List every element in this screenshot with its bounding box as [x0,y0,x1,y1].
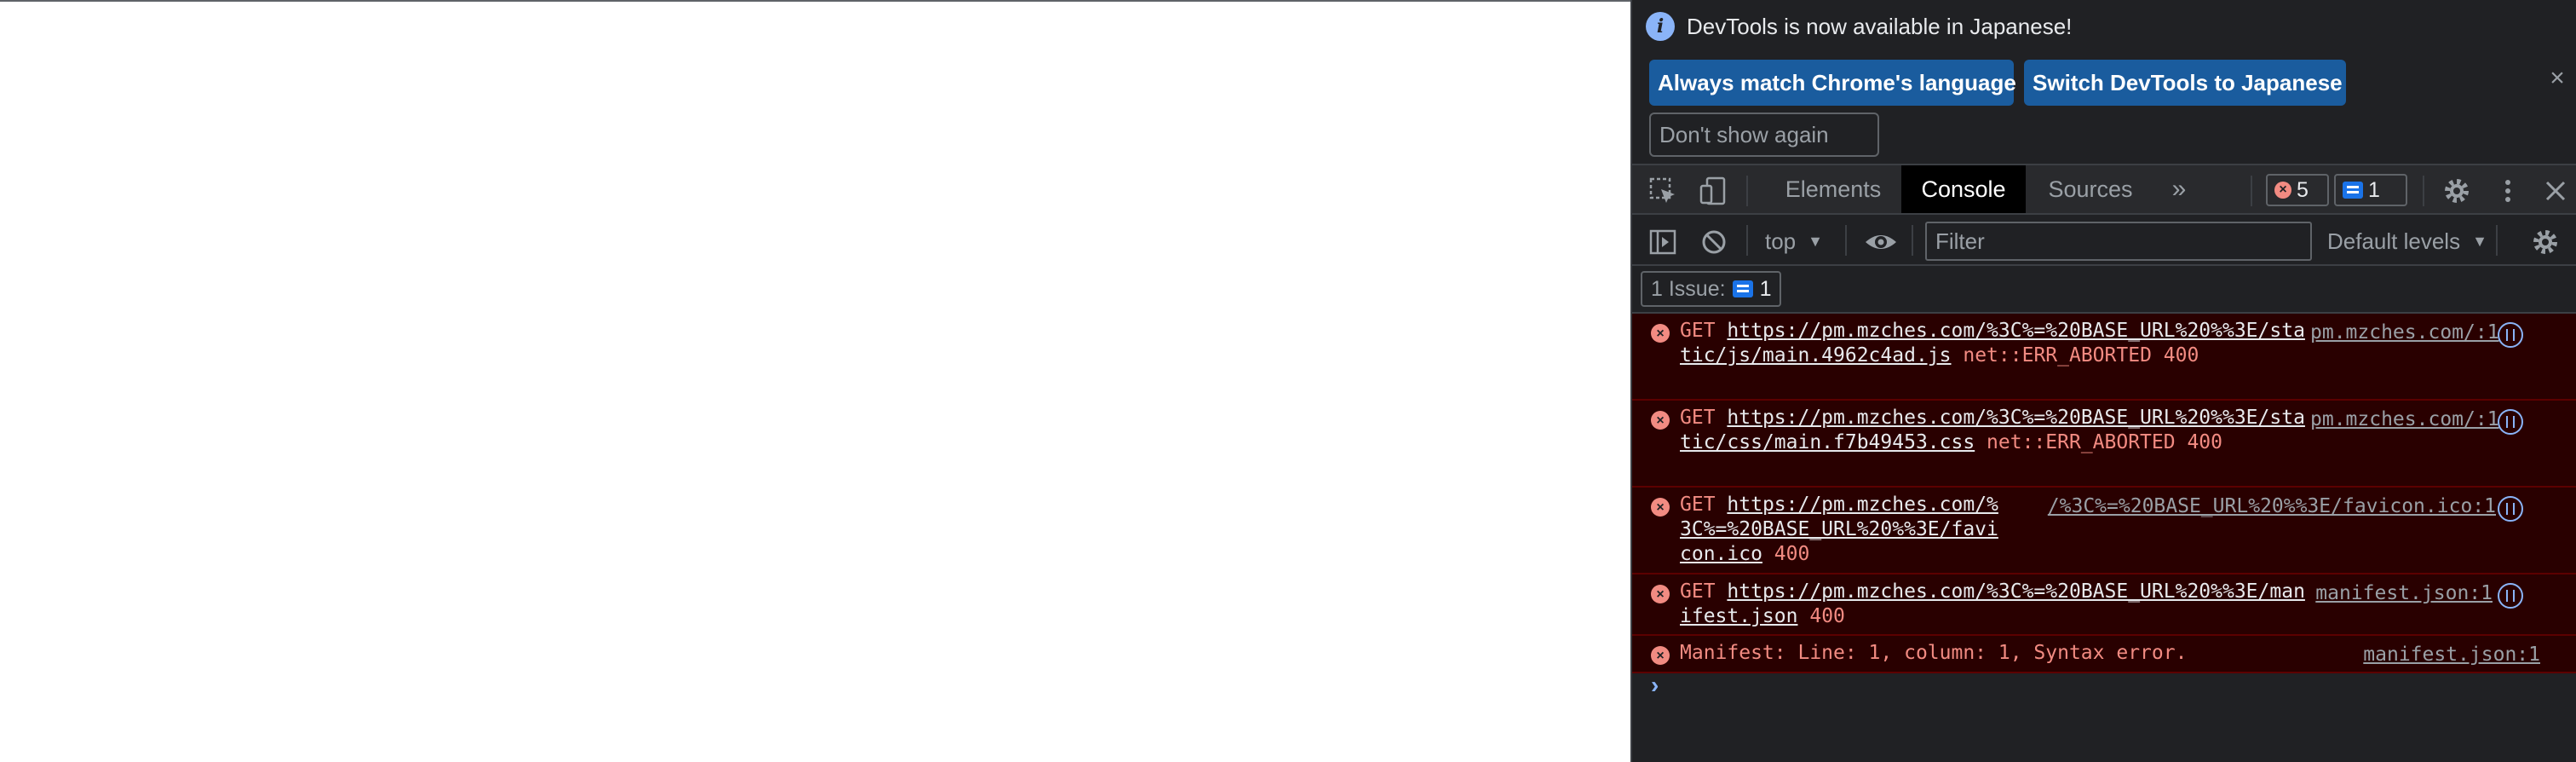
source-link[interactable]: manifest.json:1 [2297,581,2493,606]
http-method: GET [1680,320,1716,342]
source-link[interactable]: pm.mzches.com/:1 [2310,320,2499,345]
source-link[interactable]: manifest.json:1 [2336,643,2540,667]
error-count: 5 [2297,177,2309,202]
error-icon: × [1651,498,1670,517]
request-url-link[interactable]: https://pm.mzches.com/%3C%=%20BASE_URL%2… [1680,494,1998,565]
error-detail: net::ERR_ABORTED 400 [1987,431,2222,453]
device-toolbar-icon[interactable] [1699,176,1729,206]
settings-gear-icon[interactable] [2441,176,2472,206]
console-settings-gear-icon[interactable] [2530,227,2561,257]
switch-to-japanese-button[interactable]: Switch DevTools to Japanese [2024,60,2346,106]
error-detail: 400 [1809,605,1845,627]
error-detail: 400 [1774,543,1810,565]
inspect-element-icon[interactable] [1647,176,1678,206]
context-value: top [1765,228,1797,254]
console-error-row: × GET https://pm.mzches.com/%3C%=%20BASE… [1632,574,2576,636]
console-error-row: × Manifest: Line: 1, column: 1, Syntax e… [1632,636,2576,673]
levels-value: Default levels [2327,228,2461,254]
network-request-icon[interactable] [2498,322,2523,348]
execution-context-select[interactable]: top ▼ [1765,225,1823,257]
infobar-message: DevTools is now available in Japanese! [1687,13,2073,39]
inspected-page [0,0,1630,762]
message-count: 1 [2368,177,2380,202]
console-sidebar-icon[interactable] [1647,227,1678,257]
error-count-badge[interactable]: × 5 [2266,174,2329,206]
error-icon: × [1651,585,1670,603]
issues-label: 1 Issue: [1651,276,1726,301]
error-icon: × [1651,411,1670,430]
infobar-message-row: i DevTools is now available in Japanese! [1646,12,2072,41]
live-expression-eye-icon[interactable] [1862,227,1900,257]
source-link[interactable]: pm.mzches.com/:1 [2310,407,2499,432]
network-request-icon[interactable] [2498,409,2523,435]
message-text: GET https://pm.mzches.com/%3C%=%20BASE_U… [1680,580,2310,629]
message-text: GET https://pm.mzches.com/%3C%=%20BASE_U… [1680,406,2310,455]
chevron-down-icon: ▼ [1808,232,1823,250]
message-count-badge[interactable]: 1 [2334,174,2407,206]
tab-sources[interactable]: Sources [2027,165,2153,213]
error-icon: × [1651,646,1670,665]
error-icon: × [2274,182,2291,199]
console-toolbar: top ▼ Default levels ▼ [1632,215,2576,266]
main-toolbar: Elements Console Sources » × 5 1 [1632,164,2576,215]
message-icon [2343,182,2363,199]
infobar-close-icon[interactable]: × [2545,66,2569,91]
console-error-row: × GET https://pm.mzches.com/%3C%=%20BASE… [1632,488,2576,574]
more-tabs-icon[interactable]: » [2162,165,2196,213]
console-error-row: × GET https://pm.mzches.com/%3C%=%20BASE… [1632,314,2576,401]
dont-show-again-button[interactable]: Don't show again [1649,113,1879,157]
issue-message-icon [1732,280,1753,297]
issues-bar: 1 Issue: 1 [1632,266,2576,314]
toolbar-divider [2423,176,2424,206]
message-text: GET https://pm.mzches.com/%3C%=%20BASE_U… [1680,493,2009,567]
toolbar-divider [2251,176,2252,206]
console-messages: × GET https://pm.mzches.com/%3C%=%20BASE… [1632,314,2576,673]
message-text: GET https://pm.mzches.com/%3C%=%20BASE_U… [1680,319,2310,368]
close-devtools-icon[interactable] [2540,176,2571,206]
info-icon: i [1646,12,1675,41]
http-method: GET [1680,580,1716,603]
always-match-language-button[interactable]: Always match Chrome's language [1649,60,2016,106]
language-infobar: i DevTools is now available in Japanese!… [1632,0,2576,162]
tab-elements[interactable]: Elements [1768,165,1898,213]
issues-count: 1 [1759,276,1772,301]
toolbar-divider [1845,225,1847,256]
http-method: GET [1680,407,1716,429]
toolbar-divider [2496,225,2498,256]
issues-button[interactable]: 1 Issue: 1 [1641,271,1782,307]
log-levels-select[interactable]: Default levels ▼ [2327,225,2487,257]
network-request-icon[interactable] [2498,583,2523,609]
error-icon: × [1651,324,1670,343]
error-detail: net::ERR_ABORTED 400 [1963,344,2199,367]
console-error-row: × GET https://pm.mzches.com/%3C%=%20BASE… [1632,401,2576,488]
toolbar-divider [1746,225,1748,256]
console-filter-input[interactable] [1925,222,2312,261]
console-prompt-chevron-icon[interactable]: › [1651,672,1659,699]
tab-console[interactable]: Console [1901,165,2026,213]
chevron-down-icon: ▼ [2472,232,2487,250]
network-request-icon[interactable] [2498,496,2523,522]
toolbar-divider [1912,225,1913,256]
toolbar-divider [1746,176,1748,206]
request-url-link[interactable]: https://pm.mzches.com/%3C%=%20BASE_URL%2… [1680,580,2305,627]
source-link[interactable]: /%3C%=%20BASE_URL%20%%3E/favicon.ico:1 [2010,494,2496,519]
clear-console-icon[interactable] [1699,227,1729,257]
http-method: GET [1680,494,1716,516]
more-options-icon[interactable] [2493,176,2523,206]
devtools-panel: i DevTools is now available in Japanese!… [1630,0,2576,762]
